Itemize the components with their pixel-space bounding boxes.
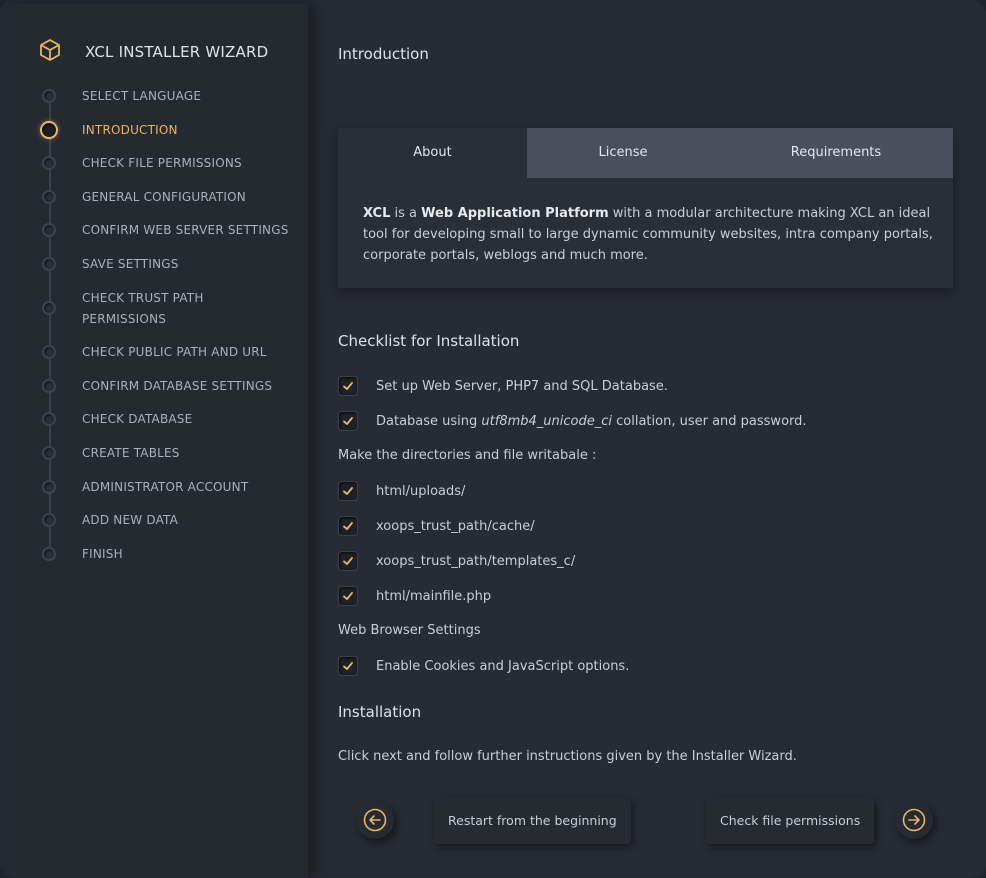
step-label: CREATE TABLES [82, 446, 180, 460]
checklist-item[interactable]: Enable Cookies and JavaScript options. [338, 655, 629, 677]
tab-bar: About License Requirements [338, 128, 953, 178]
step-label: SAVE SETTINGS [82, 257, 179, 271]
step-dot [42, 412, 56, 426]
about-brand: XCL [363, 206, 391, 221]
step-label: ADD NEW DATA [82, 513, 179, 527]
step-dot [42, 480, 56, 494]
step-label: CONFIRM DATABASE SETTINGS [82, 379, 273, 393]
check-icon [343, 557, 353, 565]
step-label: CHECK FILE PERMISSIONS [82, 156, 242, 170]
step-label: CHECK PUBLIC PATH AND URL [82, 345, 267, 359]
checkbox[interactable] [338, 376, 358, 396]
checklist-heading: Checklist for Installation [338, 332, 520, 350]
step-label: CONFIRM WEB SERVER SETTINGS [82, 223, 289, 237]
step-label: CHECK TRUST PATH PERMISSIONS [82, 291, 204, 326]
step-label: ADMINISTRATOR ACCOUNT [82, 480, 249, 494]
tabs-card: About License Requirements XCL is a Web … [338, 128, 953, 288]
check-icon [343, 522, 353, 530]
step-dot-active [40, 121, 58, 139]
prev-button[interactable] [356, 801, 394, 839]
check-icon [343, 382, 353, 390]
installation-text: Click next and follow further instructio… [338, 749, 797, 764]
directories-label: Make the directories and file writabale … [338, 448, 597, 463]
step-dot [42, 446, 56, 460]
wizard-title: XCL INSTALLER WIZARD [85, 43, 269, 61]
checklist-item-label: Database using utf8mb4_unicode_ci collat… [376, 414, 807, 429]
brand: XCL INSTALLER WIZARD [38, 38, 268, 66]
tab-about[interactable]: About [338, 128, 527, 178]
checklist-item[interactable]: Set up Web Server, PHP7 and SQL Database… [338, 375, 668, 397]
step-dot [42, 89, 56, 103]
step-label: SELECT LANGUAGE [82, 89, 202, 103]
cube-icon [38, 38, 62, 66]
checkbox[interactable] [338, 586, 358, 606]
checklist-item-label: Set up Web Server, PHP7 and SQL Database… [376, 378, 668, 394]
checkbox[interactable] [338, 656, 358, 676]
step-label: INTRODUCTION [82, 123, 178, 137]
text-part: Database using [376, 413, 482, 429]
check-icon [343, 417, 353, 425]
page-title: Introduction [338, 45, 429, 63]
next-step-button[interactable]: Check file permissions [706, 798, 875, 844]
step-dot [42, 301, 56, 315]
check-icon [343, 487, 353, 495]
step-label: FINISH [82, 547, 123, 561]
step-dot [42, 547, 56, 561]
installation-heading: Installation [338, 703, 422, 721]
arrow-right-circle-icon [902, 808, 926, 832]
checklist-item-label: xoops_trust_path/templates_c/ [376, 553, 576, 569]
step-dot [42, 379, 56, 393]
text-part: collation, user and password. [612, 413, 807, 429]
step-dot [42, 345, 56, 359]
installer-window: XCL INSTALLER WIZARD SELECT LANGUAGE INT… [0, 0, 986, 878]
checklist-item[interactable]: html/mainfile.php [338, 585, 491, 607]
checkbox[interactable] [338, 551, 358, 571]
collation-name: utf8mb4_unicode_ci [481, 413, 612, 429]
checklist-item-label: html/uploads/ [376, 483, 466, 499]
checklist-item[interactable]: xoops_trust_path/cache/ [338, 515, 535, 537]
checklist-item[interactable]: html/uploads/ [338, 480, 465, 502]
checkbox[interactable] [338, 411, 358, 431]
checklist-item-label: Enable Cookies and JavaScript options. [376, 658, 630, 674]
step-dot [42, 156, 56, 170]
about-text-part: is a [390, 206, 422, 221]
checkbox[interactable] [338, 516, 358, 536]
sidebar: XCL INSTALLER WIZARD SELECT LANGUAGE INT… [4, 4, 308, 878]
next-button[interactable] [895, 801, 933, 839]
checkbox[interactable] [338, 481, 358, 501]
arrow-left-circle-icon [363, 808, 387, 832]
checklist-item[interactable]: Database using utf8mb4_unicode_ci collat… [338, 410, 807, 432]
about-emphasis: Web Application Platform [421, 206, 609, 221]
checklist-item[interactable]: xoops_trust_path/templates_c/ [338, 550, 575, 572]
step-dot [42, 257, 56, 271]
main-content: Introduction About License Requirements … [308, 0, 986, 878]
checklist-item-label: html/mainfile.php [376, 588, 492, 604]
restart-button[interactable]: Restart from the beginning [434, 798, 631, 844]
check-icon [343, 592, 353, 600]
tab-requirements[interactable]: Requirements [719, 128, 953, 178]
step-label: GENERAL CONFIGURATION [82, 190, 246, 204]
check-icon [343, 662, 353, 670]
browser-settings-label: Web Browser Settings [338, 623, 481, 638]
step-dot [42, 223, 56, 237]
tab-license[interactable]: License [527, 128, 719, 178]
step-dot [42, 190, 56, 204]
about-text: XCL is a Web Application Platform with a… [363, 203, 933, 266]
step-label: CHECK DATABASE [82, 412, 193, 426]
step-dot [42, 513, 56, 527]
checklist-item-label: xoops_trust_path/cache/ [376, 518, 535, 534]
